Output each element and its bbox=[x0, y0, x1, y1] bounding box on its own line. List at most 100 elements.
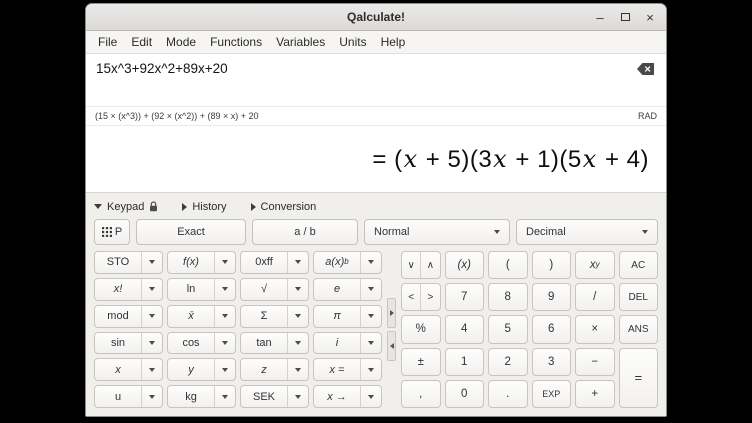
keypad-button-cos[interactable]: cos bbox=[167, 332, 236, 355]
chevron-down-icon[interactable] bbox=[287, 359, 308, 380]
angle-mode-indicator[interactable]: RAD bbox=[638, 111, 657, 121]
cursor-down-button[interactable]: ∨ bbox=[402, 252, 420, 278]
chevron-down-icon[interactable] bbox=[141, 333, 162, 354]
mod-label[interactable]: mod bbox=[95, 306, 141, 327]
chevron-down-icon[interactable] bbox=[141, 359, 162, 380]
key-equals[interactable]: = bbox=[619, 348, 659, 408]
keypad-button-var-y[interactable]: y bbox=[167, 358, 236, 381]
key-6[interactable]: 6 bbox=[532, 315, 572, 343]
menu-functions[interactable]: Functions bbox=[203, 35, 269, 49]
keypad-button-ln[interactable]: ln bbox=[167, 278, 236, 301]
display-mode-select[interactable]: Normal bbox=[364, 219, 510, 245]
tan-label[interactable]: tan bbox=[241, 333, 287, 354]
chevron-down-icon[interactable] bbox=[214, 252, 235, 273]
keypad-button-i[interactable]: i bbox=[313, 332, 382, 355]
keypad-button-unit-kg[interactable]: kg bbox=[167, 385, 236, 408]
expression-area[interactable]: 15x^3+92x^2+89x+20 bbox=[86, 54, 666, 106]
keypad-button-mod[interactable]: mod bbox=[94, 305, 163, 328]
a-x-power-b-label[interactable]: a(x)b bbox=[314, 252, 360, 273]
key-8[interactable]: 8 bbox=[488, 283, 528, 311]
chevron-down-icon[interactable] bbox=[287, 252, 308, 273]
keypad-button-sum[interactable]: Σ bbox=[240, 305, 309, 328]
keypad-button-factorial[interactable]: x! bbox=[94, 278, 163, 301]
key-dot[interactable]: . bbox=[488, 380, 528, 408]
i-label[interactable]: i bbox=[314, 333, 360, 354]
chevron-down-icon[interactable] bbox=[360, 252, 381, 273]
key-exp[interactable]: EXP bbox=[532, 380, 572, 408]
assign-label[interactable]: x = bbox=[314, 359, 360, 380]
chevron-down-icon[interactable] bbox=[287, 386, 308, 407]
sqrt-label[interactable]: √ bbox=[241, 279, 287, 300]
key-open-paren[interactable]: ( bbox=[488, 251, 528, 279]
collapse-left-handle[interactable] bbox=[387, 298, 396, 328]
number-base-select[interactable]: Decimal bbox=[516, 219, 658, 245]
menu-units[interactable]: Units bbox=[332, 35, 373, 49]
fraction-toggle-button[interactable]: a / b bbox=[252, 219, 358, 245]
backspace-icon[interactable] bbox=[637, 63, 654, 75]
key-plus-minus[interactable]: ± bbox=[401, 348, 441, 376]
collapse-right-handle[interactable] bbox=[387, 331, 396, 361]
pi-label[interactable]: π bbox=[314, 306, 360, 327]
chevron-down-icon[interactable] bbox=[360, 279, 381, 300]
chevron-down-icon[interactable] bbox=[360, 359, 381, 380]
chevron-down-icon[interactable] bbox=[360, 306, 381, 327]
key-4[interactable]: 4 bbox=[445, 315, 485, 343]
ln-label[interactable]: ln bbox=[168, 279, 214, 300]
key-1[interactable]: 1 bbox=[445, 348, 485, 376]
chevron-down-icon[interactable] bbox=[141, 279, 162, 300]
titlebar[interactable]: Qalculate! – × bbox=[86, 4, 666, 31]
unit-kg-label[interactable]: kg bbox=[168, 386, 214, 407]
menu-file[interactable]: File bbox=[91, 35, 124, 49]
var-z-label[interactable]: z bbox=[241, 359, 287, 380]
key-percent[interactable]: % bbox=[401, 315, 441, 343]
chevron-down-icon[interactable] bbox=[360, 386, 381, 407]
keypad-button-fx[interactable]: f(x) bbox=[167, 251, 236, 274]
history-expander[interactable]: History bbox=[182, 201, 226, 213]
keypad-button-var-x[interactable]: x bbox=[94, 358, 163, 381]
keypad-button-unit-u[interactable]: u bbox=[94, 385, 163, 408]
expression-input[interactable]: 15x^3+92x^2+89x+20 bbox=[86, 54, 666, 83]
chevron-down-icon[interactable] bbox=[141, 386, 162, 407]
keypad-button-currency-sek[interactable]: SEK bbox=[240, 385, 309, 408]
keypad-button-var-z[interactable]: z bbox=[240, 358, 309, 381]
keypad-button-convert[interactable]: x → bbox=[313, 385, 382, 408]
chevron-down-icon[interactable] bbox=[214, 306, 235, 327]
sek-label[interactable]: SEK bbox=[241, 386, 287, 407]
key-7[interactable]: 7 bbox=[445, 283, 485, 311]
chevron-down-icon[interactable] bbox=[287, 306, 308, 327]
key-2[interactable]: 2 bbox=[488, 348, 528, 376]
key-plus[interactable]: + bbox=[575, 380, 615, 408]
key-comma[interactable]: , bbox=[401, 380, 441, 408]
key-3[interactable]: 3 bbox=[532, 348, 572, 376]
mean-label[interactable]: x̄ bbox=[168, 306, 214, 327]
chevron-down-icon[interactable] bbox=[141, 252, 162, 273]
key-9[interactable]: 9 bbox=[532, 283, 572, 311]
chevron-down-icon[interactable] bbox=[214, 386, 235, 407]
key-close-paren[interactable]: ) bbox=[532, 251, 572, 279]
sto-label[interactable]: STO bbox=[95, 252, 141, 273]
key-ac[interactable]: AC bbox=[619, 251, 659, 279]
programming-keypad-button[interactable]: P bbox=[94, 219, 130, 245]
keypad-button-sqrt[interactable]: √ bbox=[240, 278, 309, 301]
sum-label[interactable]: Σ bbox=[241, 306, 287, 327]
keypad-button-e[interactable]: e bbox=[313, 278, 382, 301]
key-0[interactable]: 0 bbox=[445, 380, 485, 408]
minimize-button[interactable]: – bbox=[591, 7, 609, 27]
var-y-label[interactable]: y bbox=[168, 359, 214, 380]
menu-mode[interactable]: Mode bbox=[159, 35, 203, 49]
key-divide[interactable]: / bbox=[575, 283, 615, 311]
cursor-up-button[interactable]: ∧ bbox=[420, 252, 439, 278]
menu-help[interactable]: Help bbox=[374, 35, 413, 49]
var-x-label[interactable]: x bbox=[95, 359, 141, 380]
close-button[interactable]: × bbox=[641, 7, 659, 27]
key-multiply[interactable]: × bbox=[575, 315, 615, 343]
cursor-right-button[interactable]: > bbox=[420, 284, 439, 310]
key-5[interactable]: 5 bbox=[488, 315, 528, 343]
chevron-down-icon[interactable] bbox=[214, 333, 235, 354]
menu-edit[interactable]: Edit bbox=[124, 35, 159, 49]
keypad-button-0xff[interactable]: 0xff bbox=[240, 251, 309, 274]
keypad-button-tan[interactable]: tan bbox=[240, 332, 309, 355]
exact-toggle-button[interactable]: Exact bbox=[136, 219, 246, 245]
key-x-power-y[interactable]: xy bbox=[575, 251, 615, 279]
chevron-down-icon[interactable] bbox=[141, 306, 162, 327]
